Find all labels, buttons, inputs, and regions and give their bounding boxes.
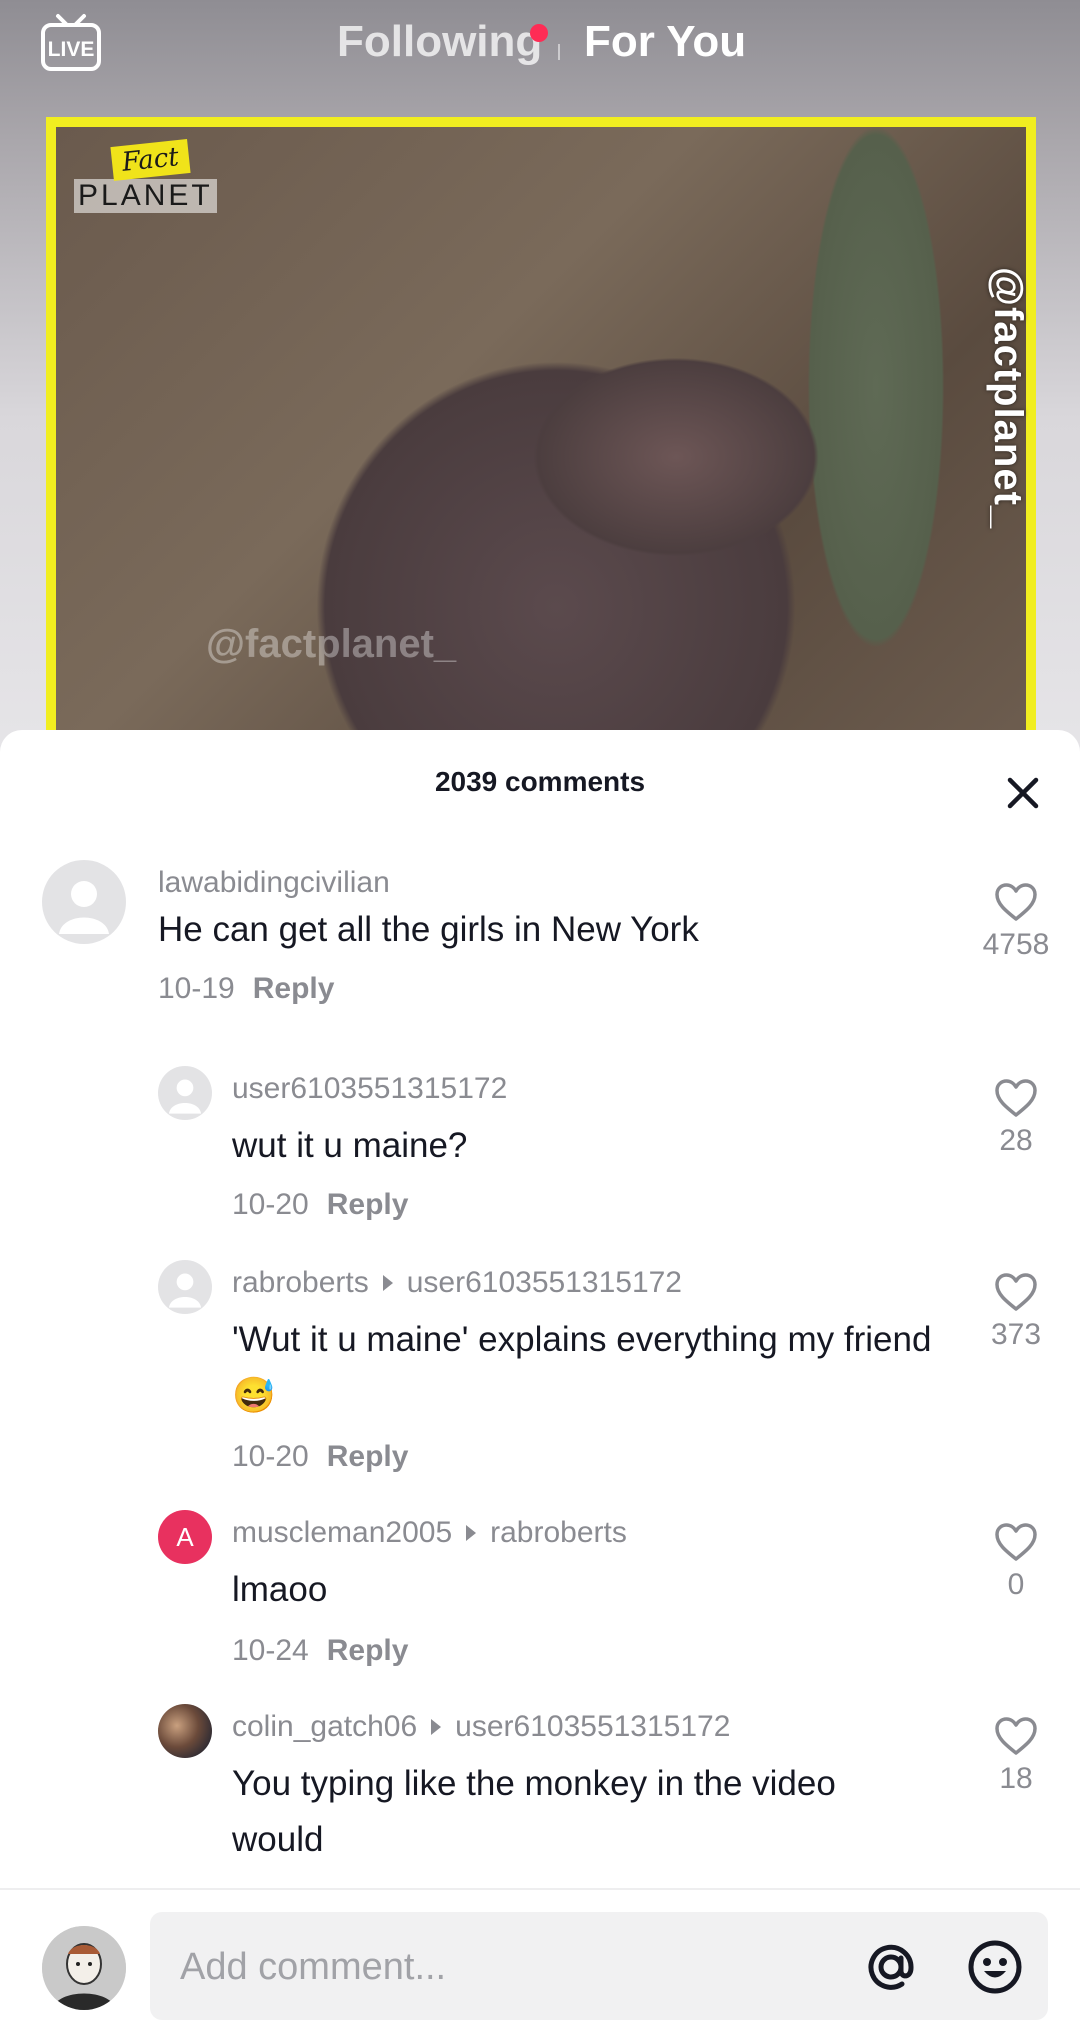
comment-username[interactable]: muscleman2005 rabroberts: [232, 1516, 627, 1550]
comment-username[interactable]: rabroberts user6103551315172: [232, 1266, 682, 1300]
avatar-photo[interactable]: [158, 1704, 212, 1758]
video-player[interactable]: Fact PLANET @factplanet_ @factplanet_ LI…: [0, 0, 1080, 777]
svg-text:LIVE: LIVE: [48, 38, 95, 61]
comment-text: lmaoo: [232, 1570, 328, 1609]
reply-button[interactable]: Reply: [327, 1634, 409, 1667]
comment-text: You typing like the monkey in the video …: [232, 1764, 836, 1859]
reply-arrow-icon: [431, 1719, 442, 1736]
comment-text: He can get all the girls in New York: [158, 910, 699, 949]
like-button[interactable]: 28: [976, 1078, 1056, 1158]
heart-icon[interactable]: [994, 1522, 1038, 1562]
reply-item: A muscleman2005 rabroberts lmaoo 10-24 Rep…: [0, 1510, 1080, 1690]
reply-to-username[interactable]: user6103551315172: [455, 1710, 730, 1743]
comment-meta: 10-20 Reply: [232, 1188, 408, 1222]
heart-icon[interactable]: [994, 882, 1038, 922]
heart-icon[interactable]: [994, 1272, 1038, 1312]
comment-date: 10-19: [158, 972, 235, 1005]
like-count: 28: [999, 1124, 1033, 1157]
tab-following[interactable]: Following: [337, 17, 542, 67]
comment-date: 10-24: [232, 1634, 309, 1667]
reply-to-username[interactable]: rabroberts: [490, 1516, 627, 1549]
avatar-placeholder[interactable]: [42, 860, 126, 944]
reply-item: colin_gatch06 user6103551315172 You typin…: [0, 1704, 1080, 1884]
comment-date: 10-20: [232, 1188, 309, 1221]
reply-to-username[interactable]: user6103551315172: [407, 1266, 682, 1299]
comment-text: wut it u maine?: [232, 1126, 468, 1165]
like-button[interactable]: 4758: [976, 882, 1056, 962]
reply-arrow-icon: [466, 1525, 477, 1542]
comment-composer-bar: Add comment...: [0, 1888, 1080, 2036]
svg-text:A: A: [176, 1522, 194, 1552]
avatar-placeholder[interactable]: [158, 1260, 212, 1314]
comment-date: 10-20: [232, 1440, 309, 1473]
comment-username[interactable]: user6103551315172: [232, 1072, 507, 1106]
mention-icon[interactable]: [862, 1938, 920, 2001]
live-icon[interactable]: LIVE: [40, 12, 102, 74]
like-count: 373: [990, 1318, 1042, 1351]
comment-input[interactable]: Add comment...: [150, 1912, 1048, 2020]
heart-icon[interactable]: [994, 1078, 1038, 1118]
avatar-letter[interactable]: A: [158, 1510, 212, 1564]
heart-icon[interactable]: [994, 1716, 1038, 1756]
reply-button[interactable]: Reply: [253, 972, 335, 1005]
reply-item: rabroberts user6103551315172 'Wut it u ma…: [0, 1260, 1080, 1500]
comments-sheet: 2039 comments lawabidingcivilian He can …: [0, 730, 1080, 2034]
tab-for-you[interactable]: For You: [584, 17, 746, 67]
like-count: 18: [999, 1762, 1033, 1795]
close-icon[interactable]: [1006, 776, 1040, 810]
comment-meta: 10-19 Reply: [158, 972, 334, 1006]
video-frame: Fact PLANET @factplanet_ @factplanet_: [46, 117, 1036, 777]
comment-input-placeholder: Add comment...: [180, 1946, 447, 1988]
like-button[interactable]: 0: [976, 1522, 1056, 1602]
avatar-placeholder[interactable]: [158, 1066, 212, 1120]
like-button[interactable]: 373: [976, 1272, 1056, 1352]
video-handle-overlay: @factplanet_: [986, 267, 1030, 530]
like-button[interactable]: 18: [976, 1716, 1056, 1796]
video-image: Fact PLANET @factplanet_: [56, 127, 1026, 767]
comment-username[interactable]: lawabidingcivilian: [158, 866, 390, 900]
comment-text: 'Wut it u maine' explains everything my …: [232, 1320, 932, 1415]
logo-top-text: Fact: [110, 139, 191, 181]
comment-meta: 10-24 Reply: [232, 1634, 408, 1668]
my-avatar[interactable]: [42, 1926, 126, 2010]
reply-arrow-icon: [382, 1275, 393, 1292]
like-count: 0: [1007, 1568, 1025, 1601]
comment-username[interactable]: colin_gatch06 user6103551315172: [232, 1710, 730, 1744]
reply-item: user6103551315172 wut it u maine? 10-20 R…: [0, 1066, 1080, 1246]
emoji-icon[interactable]: [966, 1938, 1024, 2001]
comment-item: lawabidingcivilian He can get all the gi…: [0, 860, 1080, 1040]
tab-divider: [558, 44, 560, 60]
reply-button[interactable]: Reply: [327, 1188, 409, 1221]
reply-button[interactable]: Reply: [327, 1440, 409, 1473]
video-watermark: @factplanet_: [206, 622, 457, 666]
fact-planet-logo: Fact PLANET: [74, 139, 217, 213]
logo-bottom-text: PLANET: [74, 179, 217, 213]
like-count: 4758: [982, 928, 1050, 961]
notification-dot: [530, 24, 548, 42]
comments-count-title: 2039 comments: [434, 766, 646, 797]
comment-meta: 10-20 Reply: [232, 1440, 408, 1474]
